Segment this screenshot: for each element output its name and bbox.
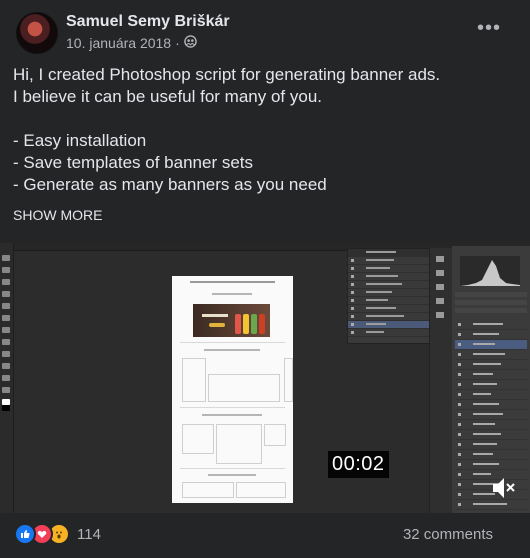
- photoshop-actions-panel: [347, 248, 431, 344]
- eraser-tool-icon: [2, 339, 10, 345]
- banner-template-document: [172, 276, 293, 503]
- post-date[interactable]: 10. januára 2018: [66, 35, 171, 51]
- more-options-icon[interactable]: •••: [477, 18, 501, 38]
- lasso-tool-icon: [2, 279, 10, 285]
- banner-preview-image: [193, 304, 270, 337]
- post-text-line: - Easy installation: [13, 131, 147, 150]
- pen-tool-icon: [2, 363, 10, 369]
- stamp-tool-icon: [2, 327, 10, 333]
- shape-tool-icon: [2, 387, 10, 393]
- gradient-tool-icon: [2, 351, 10, 357]
- post-text-line: Hi, I created Photoshop script for gener…: [13, 65, 441, 84]
- photoshop-toolbar: [0, 243, 14, 513]
- marquee-tool-icon: [2, 267, 10, 273]
- meta-separator: ·: [175, 35, 180, 51]
- histogram: [460, 256, 520, 286]
- avatar[interactable]: [16, 12, 58, 54]
- comments-count[interactable]: 32 comments: [403, 526, 493, 543]
- photoshop-layers-panel: [452, 246, 530, 513]
- post-text-line: I believe it can be useful for many of y…: [13, 87, 323, 106]
- speaker-muted-icon[interactable]: [490, 475, 516, 501]
- reactions-summary[interactable]: 114: [14, 523, 101, 545]
- crop-tool-icon: [2, 291, 10, 297]
- background-color-icon: [2, 405, 10, 411]
- post-text-line: - Save templates of banner sets: [13, 153, 254, 172]
- video-timecode: 00:02: [328, 451, 389, 478]
- move-tool-icon: [2, 255, 10, 261]
- type-tool-icon: [2, 375, 10, 381]
- post-card: Samuel Semy Briškár 10. januára 2018 · •…: [0, 0, 530, 558]
- brush-tool-icon: [2, 315, 10, 321]
- photoshop-panel-icons: [429, 248, 452, 513]
- post-text-line: [13, 108, 513, 130]
- post-body: Hi, I created Photoshop script for gener…: [13, 64, 513, 196]
- friends-icon[interactable]: [183, 35, 197, 51]
- show-more-link[interactable]: SHOW MORE: [13, 207, 102, 223]
- post-meta: 10. januára 2018 ·: [66, 35, 197, 51]
- author-name[interactable]: Samuel Semy Briškár: [66, 13, 230, 31]
- video-player[interactable]: 00:02: [0, 243, 530, 513]
- post-text-line: - Generate as many banners as you need: [13, 175, 327, 194]
- like-icon: [14, 523, 36, 545]
- eyedropper-tool-icon: [2, 303, 10, 309]
- reaction-count[interactable]: 114: [77, 526, 101, 543]
